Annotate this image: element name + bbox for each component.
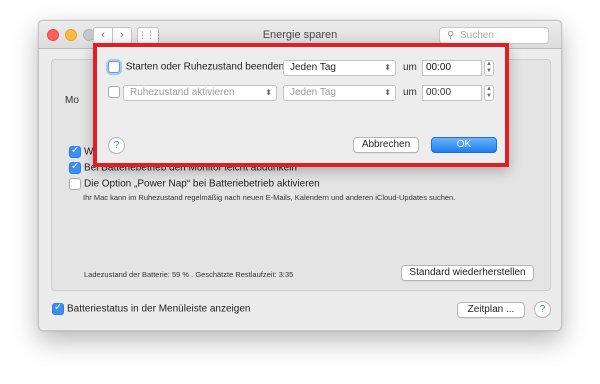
search-field[interactable]: ⚲ Suchen [439, 27, 549, 44]
sheet-help-button[interactable]: ? [108, 137, 125, 154]
menubar-battery-checkbox[interactable] [52, 302, 64, 315]
start-day-popup[interactable]: Jeden Tag ⬍ [283, 60, 396, 76]
start-time-field[interactable]: 00:00 [422, 60, 482, 76]
popup-arrows-icon: ⬍ [265, 88, 272, 97]
power-nap-label: Die Option „Power Nap“ bei Batteriebetri… [84, 178, 320, 190]
sleep-time-stepper[interactable]: ▲ ▼ [484, 85, 494, 101]
sleep-day-value: Jeden Tag [290, 87, 336, 98]
search-icon: ⚲ [447, 30, 455, 41]
popup-arrows-icon: ⬍ [384, 88, 391, 97]
checkbox-1[interactable] [69, 145, 81, 158]
dim-display-checkbox[interactable] [69, 161, 81, 174]
power-nap-description: Ihr Mac kann im Ruhezustand regelmäßig n… [83, 193, 456, 202]
system-preferences-window: ‹ › ⋮⋮⋮ Energie sparen ⚲ Suchen Mo We Be… [38, 20, 562, 331]
sleep-time-field[interactable]: 00:00 [422, 85, 482, 101]
sleep-action-popup[interactable]: Ruhezustand aktivieren ⬍ [123, 85, 277, 101]
sleep-day-popup[interactable]: Jeden Tag ⬍ [283, 85, 396, 101]
power-nap-checkbox[interactable] [69, 178, 81, 190]
menubar-battery-row[interactable]: Batteriestatus in der Menüleiste anzeige… [52, 302, 251, 315]
start-wake-checkbox[interactable] [108, 61, 120, 73]
start-time-stepper[interactable]: ▲ ▼ [484, 60, 494, 76]
partial-section-label: Mo [65, 95, 79, 106]
sleep-action-value: Ruhezustand aktivieren [130, 87, 235, 98]
popup-arrows-icon: ⬍ [384, 63, 391, 72]
start-at-label: um [403, 62, 417, 73]
cancel-button[interactable]: Abbrechen [353, 137, 419, 153]
start-wake-label: Starten oder Ruhezustand beenden [125, 61, 285, 73]
ok-button[interactable]: OK [431, 137, 497, 153]
help-button[interactable]: ? [534, 301, 551, 318]
schedule-button[interactable]: Zeitplan ... [457, 302, 525, 318]
restore-defaults-button[interactable]: Standard wiederherstellen [401, 265, 534, 281]
checkbox-row-power-nap[interactable]: Die Option „Power Nap“ bei Batteriebetri… [69, 178, 320, 190]
start-day-value: Jeden Tag [290, 62, 336, 73]
sleep-checkbox[interactable] [108, 86, 120, 98]
sleep-at-label: um [403, 87, 417, 98]
sheet-row-start[interactable]: Starten oder Ruhezustand beenden [108, 61, 284, 73]
sheet-row-sleep[interactable] [108, 86, 123, 98]
search-placeholder: Suchen [460, 30, 494, 41]
menubar-battery-label: Batteriestatus in der Menüleiste anzeige… [67, 303, 251, 315]
schedule-sheet: Starten oder Ruhezustand beenden Jeden T… [93, 43, 509, 167]
battery-status-text: Ladezustand der Batterie: 59 % . Geschät… [84, 270, 294, 279]
